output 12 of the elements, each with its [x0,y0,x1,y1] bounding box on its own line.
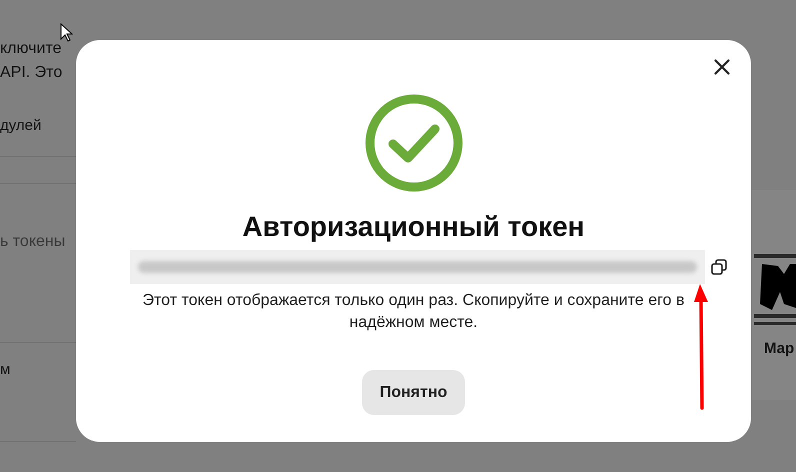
copy-icon[interactable] [710,258,728,276]
list-item: м [0,360,12,380]
cursor-icon [60,23,73,42]
description-text: Этот токен отображается только один раз. Скопируйте и сохраните его в надёжном месте. [142,291,686,333]
notice-text: ключите [0,39,62,59]
check-circle-icon [364,94,462,192]
ok-button[interactable]: Понятно [362,370,466,415]
hint-text: ь токены [0,232,66,252]
card-label: Мар [764,339,796,359]
notice-text: API. Это [0,63,64,83]
dialog-title: Авторизационный токен [242,210,585,244]
tab-label[interactable]: дулей [0,115,76,138]
